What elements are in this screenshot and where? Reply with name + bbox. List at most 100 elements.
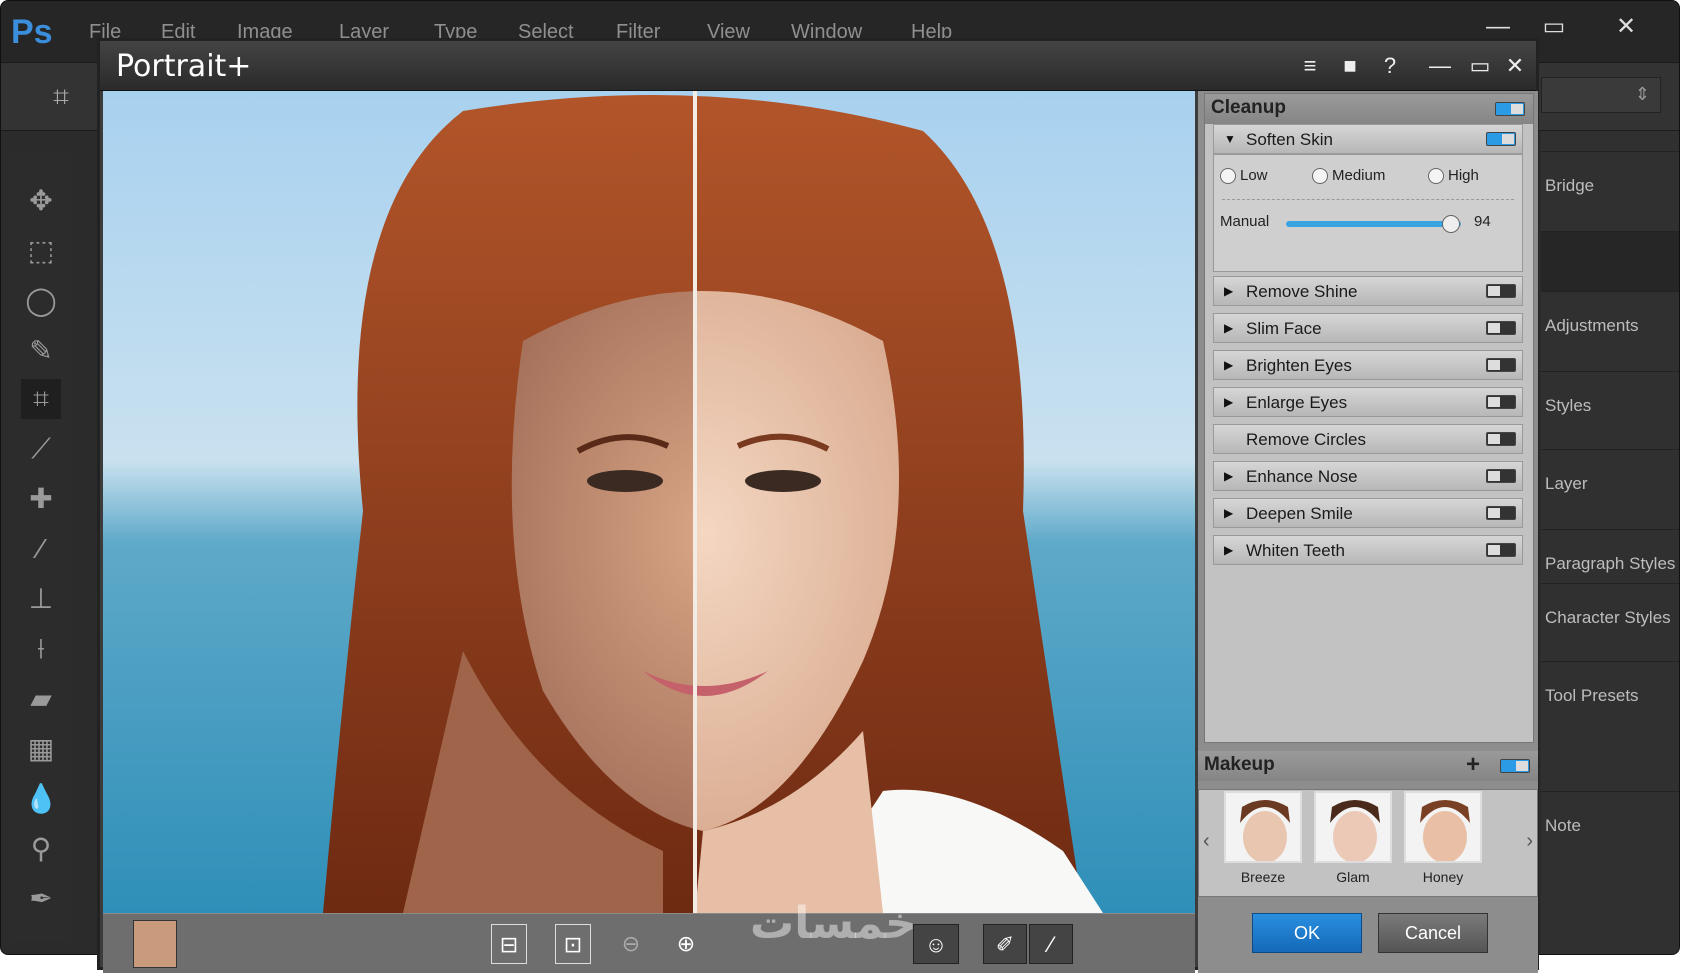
ok-button[interactable]: OK (1252, 913, 1362, 953)
quick-select-icon[interactable]: ✎ (21, 331, 61, 371)
cleanup-item-label: Remove Shine (1246, 282, 1358, 301)
before-after-split-line[interactable] (693, 91, 697, 913)
dialog-maximize-button[interactable]: ▭ (1465, 51, 1495, 81)
menu-icon[interactable]: ≡ (1295, 51, 1325, 81)
pen-tool-icon[interactable]: ✒ (21, 879, 61, 919)
radio-medium[interactable]: Medium (1312, 167, 1386, 185)
before-after-preview[interactable] (103, 91, 1195, 913)
healing-brush-icon[interactable]: ✚ (21, 479, 61, 519)
radio-high[interactable]: High (1428, 167, 1479, 185)
radio-medium-label: Medium (1332, 167, 1386, 184)
adjustment-panel: Cleanup ▼ Soften Skin Low Medium High Ma… (1198, 91, 1538, 973)
ps-close-button[interactable]: ✕ (1601, 9, 1651, 45)
cleanup-item[interactable]: ▶ Whiten Teeth (1213, 535, 1523, 565)
cleanup-header[interactable]: Cleanup (1205, 94, 1533, 124)
cleanup-item-toggle[interactable] (1486, 395, 1516, 409)
cleanup-item-toggle[interactable] (1486, 506, 1516, 520)
panel-character-styles[interactable]: Character Styles (1541, 583, 1679, 643)
eraser-tool-icon[interactable]: ▰ (21, 679, 61, 719)
cleanup-item-toggle[interactable] (1486, 321, 1516, 335)
zoom-in-icon[interactable]: ⊕ (668, 924, 704, 964)
actual-size-icon[interactable]: ⊡ (555, 924, 591, 964)
radio-low-label: Low (1240, 167, 1268, 184)
cleanup-title: Cleanup (1211, 97, 1286, 118)
dodge-tool-icon[interactable]: ⚲ (21, 829, 61, 869)
tools-panel: ✥ ⬚ ◯ ✎ ⌗ ⟋ ✚ ⁄ ⊥ ⟊ ▰ ▦ 💧 ⚲ ✒ (9, 151, 71, 941)
dialog-title: Portrait+ (116, 49, 252, 84)
cleanup-item-toggle[interactable] (1486, 284, 1516, 298)
blur-tool-icon[interactable]: 💧 (21, 779, 61, 819)
dialog-close-button[interactable]: ✕ (1500, 51, 1530, 81)
cleanup-item-label: Slim Face (1246, 319, 1322, 338)
preset-glam[interactable] (1314, 791, 1392, 863)
soften-skin-toggle[interactable] (1486, 132, 1516, 146)
eyedropper-icon[interactable]: ⟋ (21, 429, 61, 469)
right-panels: Bridge Adjustments Styles Layer Paragrap… (1541, 131, 1679, 954)
cleanup-item-label: Remove Circles (1246, 430, 1366, 449)
manual-label: Manual (1220, 213, 1270, 230)
preset-honey[interactable] (1404, 791, 1482, 863)
makeup-toggle[interactable] (1500, 759, 1530, 773)
crop-icon[interactable]: ⌗ (41, 77, 81, 117)
lasso-tool-icon[interactable]: ◯ (21, 281, 61, 321)
cleanup-item[interactable]: ▶ Brighten Eyes (1213, 350, 1523, 380)
help-icon[interactable]: ? (1375, 51, 1405, 81)
cleanup-item[interactable]: Remove Circles (1213, 424, 1523, 454)
preset-breeze[interactable] (1224, 791, 1302, 863)
dialog-minimize-button[interactable]: — (1425, 51, 1455, 81)
cleanup-item-label: Enhance Nose (1246, 467, 1358, 486)
cleanup-item-toggle[interactable] (1486, 469, 1516, 483)
portrait-plus-dialog: Portrait+ ≡ ■ ? — ▭ ✕ ⊟ ⊡ ⊖ ⊕ ☺ ✐ ⁄ Clea… (97, 38, 1539, 973)
brush-icon[interactable]: ⁄ (1029, 924, 1073, 964)
gradient-tool-icon[interactable]: ▦ (21, 729, 61, 769)
options-dropdown[interactable]: ⇕ (1541, 77, 1661, 113)
panel-tool-presets[interactable]: Tool Presets (1541, 661, 1679, 721)
manual-slider[interactable] (1286, 215, 1461, 233)
radio-circle-icon (1428, 168, 1444, 185)
face-thumbnail[interactable] (133, 920, 177, 968)
cleanup-item[interactable]: ▶ Remove Shine (1213, 276, 1523, 306)
panel-blank[interactable] (1541, 231, 1679, 291)
comment-icon[interactable]: ■ (1335, 51, 1365, 81)
cleanup-item[interactable]: ▶ Slim Face (1213, 313, 1523, 343)
soften-skin-item[interactable]: ▼ Soften Skin (1213, 124, 1523, 154)
cleanup-toggle[interactable] (1495, 102, 1525, 116)
move-tool-icon[interactable]: ✥ (21, 181, 61, 221)
cleanup-item[interactable]: ▶ Deepen Smile (1213, 498, 1523, 528)
panel-styles[interactable]: Styles (1541, 371, 1679, 431)
collapsed-arrow-icon: ▶ (1224, 395, 1234, 409)
watermark: خمسات (750, 898, 917, 949)
stamp-tool-icon[interactable]: ⊥ (21, 579, 61, 619)
panel-adjustments[interactable]: Adjustments (1541, 291, 1679, 351)
panel-paragraph-styles[interactable]: Paragraph Styles (1541, 529, 1679, 589)
face-detect-icon[interactable]: ☺ (913, 924, 959, 964)
history-brush-icon[interactable]: ⟊ (21, 629, 61, 669)
cleanup-item-toggle[interactable] (1486, 432, 1516, 446)
panel-bridge[interactable]: Bridge (1541, 151, 1679, 211)
brush-tool-icon[interactable]: ⁄ (21, 529, 61, 569)
marquee-tool-icon[interactable]: ⬚ (21, 231, 61, 271)
makeup-header[interactable]: Makeup + (1198, 751, 1538, 781)
before-after-icon[interactable]: ⊟ (491, 924, 527, 964)
prev-preset-icon[interactable]: ‹ (1203, 830, 1210, 853)
zoom-out-icon[interactable]: ⊖ (613, 924, 649, 964)
eraser-icon[interactable]: ✐ (983, 924, 1027, 964)
collapsed-arrow-icon: ▶ (1224, 321, 1234, 335)
radio-low[interactable]: Low (1220, 167, 1268, 185)
collapsed-arrow-icon: ▶ (1224, 358, 1234, 372)
options-divider (1222, 199, 1514, 200)
cleanup-item-toggle[interactable] (1486, 358, 1516, 372)
next-preset-icon[interactable]: › (1526, 830, 1533, 853)
cleanup-item[interactable]: ▶ Enhance Nose (1213, 461, 1523, 491)
add-icon[interactable]: + (1466, 751, 1480, 779)
radio-high-label: High (1448, 167, 1479, 184)
preset-honey-label: Honey (1422, 869, 1464, 885)
crop-tool-icon[interactable]: ⌗ (21, 379, 61, 419)
cleanup-section: Cleanup ▼ Soften Skin Low Medium High Ma… (1204, 93, 1534, 743)
slider-thumb[interactable] (1441, 215, 1460, 233)
panel-note[interactable]: Note (1541, 791, 1679, 851)
cancel-button[interactable]: Cancel (1378, 913, 1488, 953)
cleanup-item[interactable]: ▶ Enlarge Eyes (1213, 387, 1523, 417)
cleanup-item-toggle[interactable] (1486, 543, 1516, 557)
panel-layer[interactable]: Layer (1541, 449, 1679, 509)
